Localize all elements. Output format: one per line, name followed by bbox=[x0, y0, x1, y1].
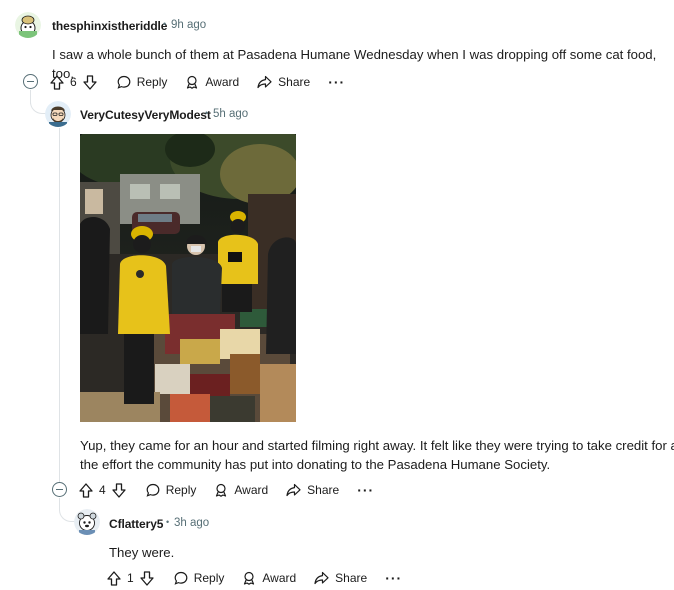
comment-timestamp[interactable]: 9h ago bbox=[171, 19, 206, 31]
comment-body: They were. bbox=[109, 545, 175, 560]
share-button[interactable]: Share bbox=[286, 483, 339, 497]
vote-count: 1 bbox=[127, 571, 134, 585]
separator-dot: • bbox=[166, 517, 170, 527]
share-button[interactable]: Share bbox=[257, 75, 310, 89]
comment-timestamp[interactable]: 5h ago bbox=[213, 108, 248, 120]
award-button[interactable]: Award bbox=[185, 75, 239, 89]
reply-button[interactable]: Reply bbox=[146, 483, 197, 497]
comment-author[interactable]: thesphinxistheriddle bbox=[52, 19, 167, 33]
award-ribbon-icon bbox=[187, 75, 198, 89]
collapse-button[interactable] bbox=[23, 74, 38, 89]
more-options-button[interactable]: ··· bbox=[328, 75, 345, 89]
arrow-down-icon[interactable] bbox=[112, 482, 126, 498]
arrow-up-icon[interactable] bbox=[79, 482, 93, 498]
avatar[interactable] bbox=[15, 12, 41, 38]
share-arrow-icon bbox=[257, 75, 272, 89]
thread-connector-1 bbox=[30, 96, 46, 114]
speech-bubble-icon bbox=[174, 571, 188, 585]
reply-label: Reply bbox=[136, 75, 168, 89]
share-arrow-icon bbox=[286, 483, 301, 497]
thread-line-2 bbox=[59, 128, 60, 483]
comment-body-line-2: the effort the community has put into do… bbox=[80, 457, 551, 472]
vote-count: 6 bbox=[70, 75, 77, 89]
comment-actions: 4 Reply Award Share ··· bbox=[79, 479, 374, 501]
reply-label: Reply bbox=[165, 483, 197, 497]
comment-timestamp[interactable]: 3h ago bbox=[174, 517, 209, 529]
comment-image[interactable] bbox=[80, 134, 296, 422]
share-button[interactable]: Share bbox=[314, 571, 367, 585]
share-label: Share bbox=[307, 483, 340, 497]
avatar[interactable] bbox=[45, 101, 71, 127]
share-label: Share bbox=[278, 75, 311, 89]
comment-author[interactable]: Cflattery5 bbox=[109, 517, 163, 531]
arrow-up-icon[interactable] bbox=[107, 570, 121, 586]
more-options-button[interactable]: ··· bbox=[357, 483, 374, 497]
vote-count: 4 bbox=[99, 483, 106, 497]
vote-group: 6 bbox=[50, 74, 97, 90]
award-label: Award bbox=[205, 75, 240, 89]
arrow-down-icon[interactable] bbox=[140, 570, 154, 586]
reply-button[interactable]: Reply bbox=[174, 571, 225, 585]
award-button[interactable]: Award bbox=[242, 571, 296, 585]
speech-bubble-icon bbox=[117, 75, 131, 89]
award-label: Award bbox=[262, 571, 297, 585]
reply-label: Reply bbox=[193, 571, 225, 585]
award-ribbon-icon bbox=[244, 571, 255, 585]
speech-bubble-icon bbox=[146, 483, 160, 497]
thread-connector-2 bbox=[59, 498, 75, 522]
award-button[interactable]: Award bbox=[214, 483, 268, 497]
collapse-button[interactable] bbox=[52, 482, 67, 497]
reply-button[interactable]: Reply bbox=[117, 75, 168, 89]
comment-author[interactable]: VeryCutesyVeryModest bbox=[80, 108, 211, 122]
arrow-up-icon[interactable] bbox=[50, 74, 64, 90]
comment-body-line-1: Yup, they came for an hour and started f… bbox=[80, 438, 674, 453]
more-options-button[interactable]: ··· bbox=[385, 571, 402, 585]
vote-group: 4 bbox=[79, 482, 126, 498]
share-arrow-icon bbox=[314, 571, 329, 585]
share-label: Share bbox=[335, 571, 368, 585]
comment-actions: 6 Reply Award Share ··· bbox=[50, 71, 345, 93]
separator-dot: • bbox=[205, 108, 209, 118]
avatar[interactable] bbox=[74, 509, 100, 535]
comment-actions: 1 Reply Award Share ··· bbox=[107, 567, 402, 589]
award-ribbon-icon bbox=[216, 483, 227, 497]
vote-group: 1 bbox=[107, 570, 154, 586]
separator-dot: • bbox=[163, 19, 167, 29]
award-label: Award bbox=[234, 483, 269, 497]
arrow-down-icon[interactable] bbox=[83, 74, 97, 90]
